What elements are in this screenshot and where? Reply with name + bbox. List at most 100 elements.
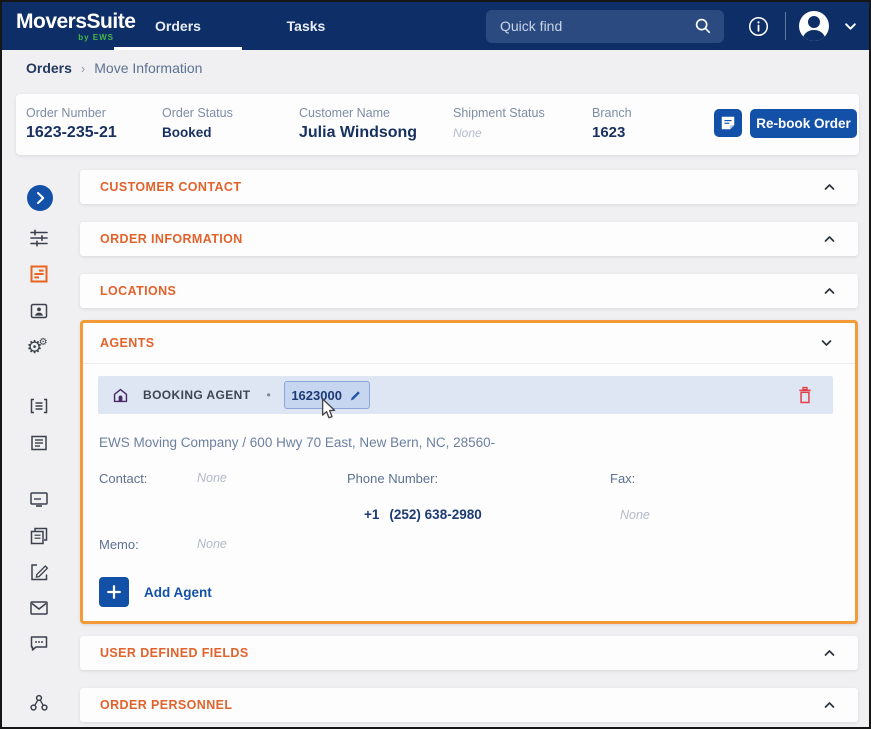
chevron-up-icon[interactable] xyxy=(823,287,836,295)
contact-label: Contact: xyxy=(99,471,147,486)
order-number-label: Order Number xyxy=(26,106,117,120)
shipment-status-value: None xyxy=(453,126,482,140)
chevron-up-icon[interactable] xyxy=(823,701,836,709)
list-bracket-icon xyxy=(28,395,50,417)
chat-icon xyxy=(28,632,50,654)
account-box-icon xyxy=(28,300,50,322)
section-title: USER DEFINED FIELDS xyxy=(100,646,249,660)
agent-type-label: BOOKING AGENT xyxy=(143,388,250,402)
breadcrumb-separator: › xyxy=(81,61,85,76)
section-title: LOCATIONS xyxy=(100,284,176,298)
branch-value: 1623 xyxy=(592,124,625,141)
add-agent-button[interactable] xyxy=(99,577,129,607)
moverssuite-app-window: MoversSuite by EWS Orders Tasks Orders ›… xyxy=(0,0,871,729)
app-logo: MoversSuite by EWS xyxy=(2,11,114,42)
order-status-field: Order Status Booked xyxy=(162,106,233,142)
section-title: ORDER INFORMATION xyxy=(100,232,243,246)
top-navigation-bar: MoversSuite by EWS Orders Tasks xyxy=(2,2,869,50)
nav-divider xyxy=(785,12,786,40)
sidebar-item-settings[interactable]: ⚙⚙ xyxy=(28,336,50,358)
sidebar-item-edit-note[interactable] xyxy=(28,561,50,583)
agents-section-header[interactable]: AGENTS xyxy=(83,323,855,364)
chevron-down-icon[interactable] xyxy=(844,22,857,31)
section-title: ORDER PERSONNEL xyxy=(100,698,232,712)
home-icon xyxy=(112,387,129,404)
order-status-value: Booked xyxy=(162,125,212,140)
phone-number: (252) 638-2980 xyxy=(389,507,481,522)
phone-value: +1 (252) 638-2980 xyxy=(364,507,482,522)
section-order-information[interactable]: ORDER INFORMATION xyxy=(80,222,858,256)
mail-icon xyxy=(28,597,50,619)
section-title: CUSTOMER CONTACT xyxy=(100,180,241,194)
sidebar-item-move-information-active[interactable] xyxy=(28,263,50,285)
breadcrumb: Orders › Move Information xyxy=(26,60,202,76)
add-agent-label[interactable]: Add Agent xyxy=(144,585,212,600)
sidebar-item-tune[interactable] xyxy=(28,227,50,249)
note-icon xyxy=(720,115,736,131)
shipment-status-field: Shipment Status None xyxy=(453,106,545,142)
memo-label: Memo: xyxy=(99,537,139,552)
agent-id-value: 1623000 xyxy=(291,388,342,403)
agent-id-chip[interactable]: 1623000 xyxy=(284,381,370,409)
plus-icon xyxy=(107,585,121,599)
customer-name-label: Customer Name xyxy=(299,106,417,120)
monitor-text-icon xyxy=(28,488,50,510)
quick-find-input[interactable] xyxy=(500,18,694,34)
memo-value: None xyxy=(197,537,227,551)
trash-icon xyxy=(797,386,813,404)
section-agents: AGENTS BOOKING AGENT • 1623000 xyxy=(80,320,858,624)
fax-label: Fax: xyxy=(610,471,635,486)
order-status-label: Order Status xyxy=(162,106,233,120)
sidebar-item-mail[interactable] xyxy=(28,597,50,619)
copy-icon xyxy=(28,525,50,547)
brand-name: MoversSuite xyxy=(16,11,114,33)
section-customer-contact[interactable]: CUSTOMER CONTACT xyxy=(80,170,858,204)
chevron-up-icon[interactable] xyxy=(823,235,836,243)
agent-address: EWS Moving Company / 600 Hwy 70 East, Ne… xyxy=(99,435,495,450)
expand-circle-icon xyxy=(27,185,53,211)
order-number-field: Order Number 1623-235-21 xyxy=(26,106,117,142)
sidebar-item-customer[interactable] xyxy=(28,300,50,322)
section-order-personnel[interactable]: ORDER PERSONNEL xyxy=(80,688,858,722)
sidebar-item-monitor[interactable] xyxy=(28,488,50,510)
phone-country-code: +1 xyxy=(364,507,379,522)
sidebar-item-documents[interactable] xyxy=(28,525,50,547)
share-icon xyxy=(28,692,50,714)
avatar-icon[interactable] xyxy=(799,11,829,41)
chevron-up-icon[interactable] xyxy=(823,183,836,191)
sidebar-item-share[interactable] xyxy=(28,692,50,714)
order-summary-bar: Order Number 1623-235-21 Order Status Bo… xyxy=(16,94,859,155)
shipment-status-label: Shipment Status xyxy=(453,106,545,120)
section-user-defined-fields[interactable]: USER DEFINED FIELDS xyxy=(80,636,858,670)
sidebar-expand-button[interactable] xyxy=(27,185,53,211)
rebook-order-button[interactable]: Re-book Order xyxy=(750,109,857,138)
customer-name-value: Julia Windsong xyxy=(299,124,417,141)
settings-gears-icon: ⚙⚙ xyxy=(26,338,51,356)
tab-orders[interactable]: Orders xyxy=(114,2,242,50)
tab-tasks[interactable]: Tasks xyxy=(242,2,370,50)
news-icon xyxy=(28,432,50,454)
section-title: AGENTS xyxy=(100,336,155,350)
order-number-value: 1623-235-21 xyxy=(26,124,117,141)
section-locations[interactable]: LOCATIONS xyxy=(80,274,858,308)
search-icon[interactable] xyxy=(694,17,712,35)
branch-field: Branch 1623 xyxy=(592,106,632,142)
quick-find-box[interactable] xyxy=(486,10,724,43)
info-icon[interactable] xyxy=(748,16,769,37)
customer-name-field: Customer Name Julia Windsong xyxy=(299,106,417,142)
order-notes-button[interactable] xyxy=(714,109,742,137)
sidebar-item-summary-list[interactable] xyxy=(28,395,50,417)
chevron-up-icon[interactable] xyxy=(823,649,836,657)
breadcrumb-move-information: Move Information xyxy=(94,60,202,76)
breadcrumb-orders[interactable]: Orders xyxy=(26,60,72,76)
pencil-icon[interactable] xyxy=(349,389,362,402)
sidebar-item-chat[interactable] xyxy=(28,632,50,654)
phone-label: Phone Number: xyxy=(347,471,438,486)
sidebar-item-news[interactable] xyxy=(28,432,50,454)
chevron-down-icon[interactable] xyxy=(820,339,833,347)
fax-value: None xyxy=(620,508,650,522)
tune-icon xyxy=(28,227,50,249)
delete-agent-button[interactable] xyxy=(797,386,813,404)
order-form-icon xyxy=(28,263,50,285)
branch-label: Branch xyxy=(592,106,632,120)
